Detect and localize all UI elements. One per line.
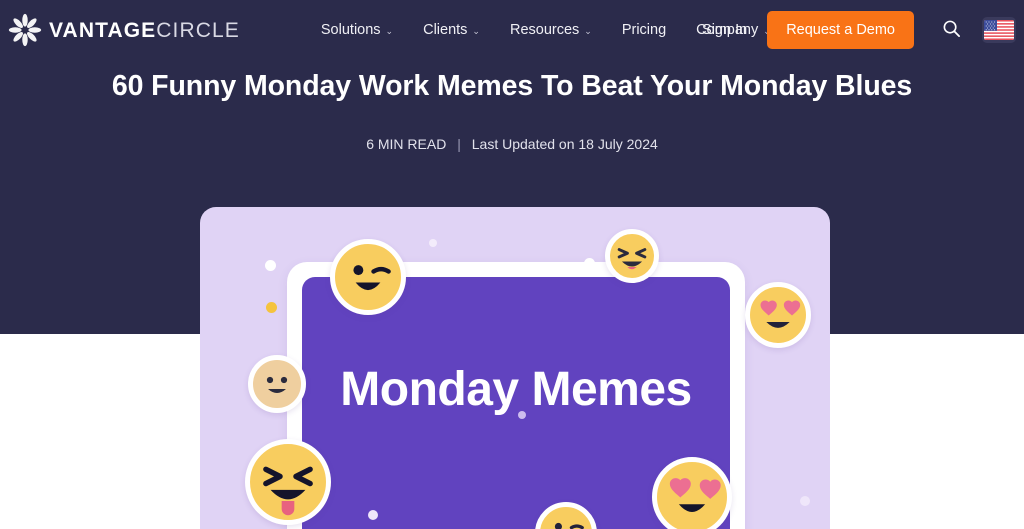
brand-name-light: CIRCLE <box>156 18 240 42</box>
heart-eyes-face-emoji <box>652 457 732 529</box>
sign-in-link[interactable]: Sign In <box>686 22 763 38</box>
read-time-text: 6 MIN READ <box>366 136 447 152</box>
tongue-out-face-emoji <box>245 439 331 525</box>
white-dot-top-center <box>429 239 437 247</box>
article-meta: 6 MIN READ | Last Updated on 18 July 202… <box>0 136 1024 152</box>
winking-face-small-emoji <box>535 502 597 529</box>
us-flag-icon <box>984 20 1014 40</box>
search-icon <box>942 19 961 41</box>
heart-eyes-face-small-emoji <box>745 282 811 348</box>
nav-right-group: Sign In Request a Demo <box>686 0 1016 60</box>
brand-name-strong: VANTAGE <box>49 18 157 42</box>
white-dot-upper-right <box>584 258 595 269</box>
meta-separator: | <box>457 136 461 152</box>
hero-illustration: Monday Memes <box>200 207 830 529</box>
laughing-face-emoji <box>605 229 659 283</box>
nav-item-label: Pricing <box>621 22 667 38</box>
request-demo-button[interactable]: Request a Demo <box>767 11 914 49</box>
yellow-dot-left <box>266 302 277 313</box>
starburst-flower-icon <box>8 13 42 47</box>
chevron-down-icon: ⌄ <box>472 25 480 36</box>
brand-logo-link[interactable]: VANTAGECIRCLE <box>8 13 240 47</box>
last-updated-text: Last Updated on 18 July 2024 <box>471 136 658 152</box>
search-button[interactable] <box>932 11 970 49</box>
chevron-down-icon: ⌄ <box>584 25 592 36</box>
white-dot-bottom-left <box>368 510 378 520</box>
nav-item-label: Solutions <box>320 22 381 38</box>
page-root: VANTAGECIRCLE Solutions ⌄ Clients ⌄ Reso… <box>0 0 1024 529</box>
top-navigation-bar: VANTAGECIRCLE Solutions ⌄ Clients ⌄ Reso… <box>0 0 1024 60</box>
brand-wordmark: VANTAGECIRCLE <box>49 20 240 41</box>
white-dot-bottom-right <box>800 496 810 506</box>
nav-item-label: Resources <box>509 22 580 38</box>
board-title-text: Monday Memes <box>340 362 692 416</box>
white-dot-board <box>518 411 526 419</box>
locale-selector-button[interactable] <box>982 17 1016 43</box>
nav-item-pricing[interactable]: Pricing <box>607 22 681 38</box>
nav-item-label: Clients <box>423 22 468 38</box>
nav-item-clients[interactable]: Clients ⌄ <box>408 22 495 38</box>
smiling-face-beige-emoji <box>248 355 306 413</box>
nav-item-solutions[interactable]: Solutions ⌄ <box>306 22 408 38</box>
winking-face-emoji <box>330 239 406 315</box>
page-title: 60 Funny Monday Work Memes To Beat Your … <box>111 70 913 102</box>
chevron-down-icon: ⌄ <box>385 25 394 36</box>
white-dot-left-upper <box>265 260 276 271</box>
nav-item-resources[interactable]: Resources ⌄ <box>495 22 607 38</box>
